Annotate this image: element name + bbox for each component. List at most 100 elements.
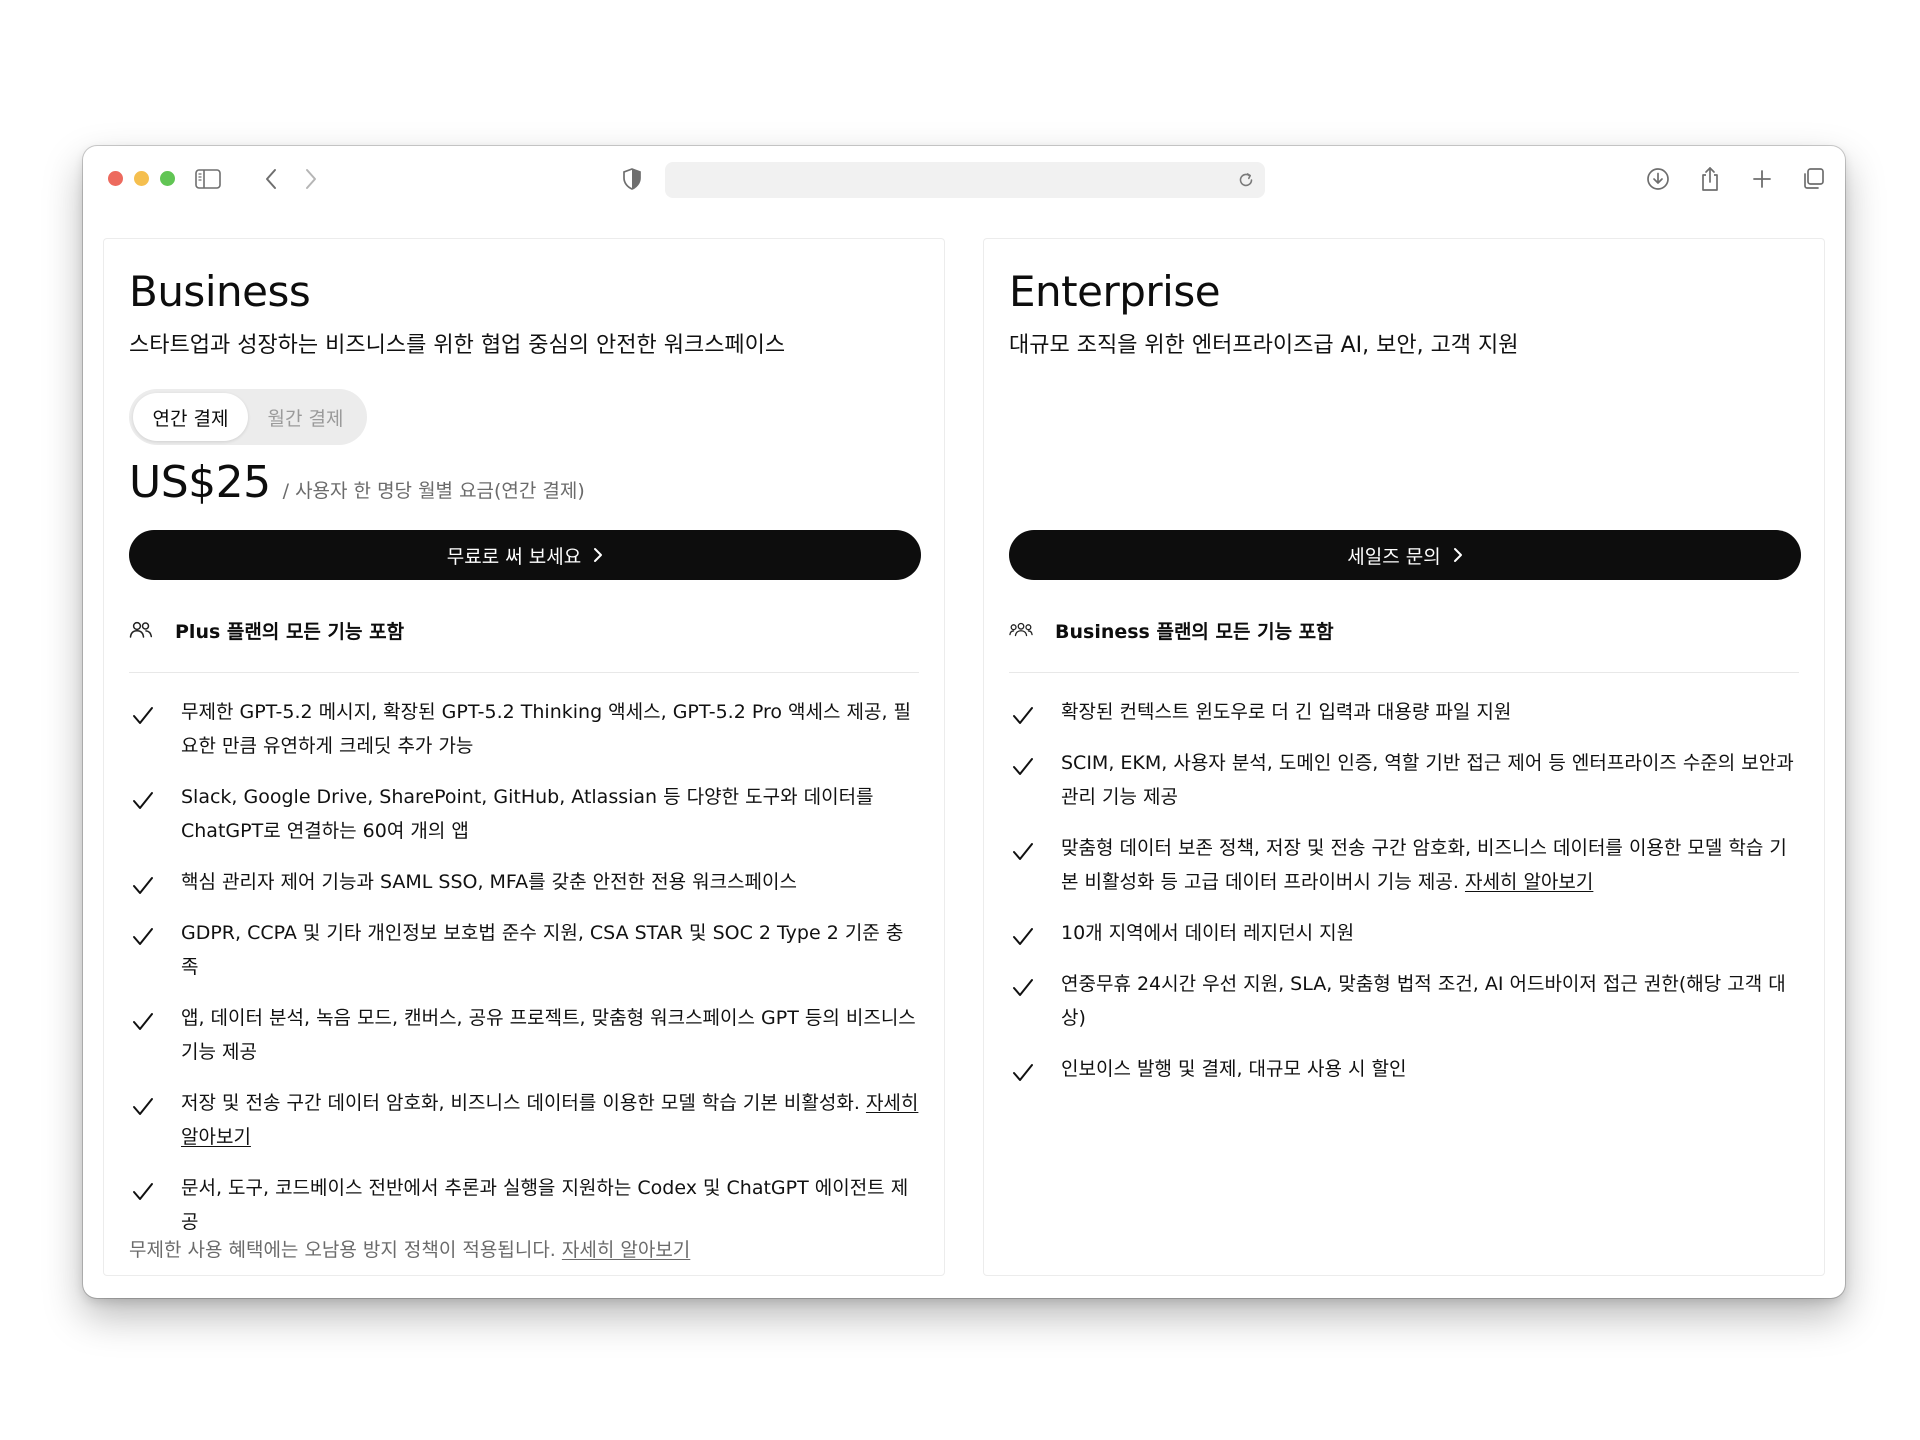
- billing-annual-option[interactable]: 연간 결제: [133, 393, 248, 441]
- feature-text-block: SCIM, EKM, 사용자 분석, 도메인 인증, 역할 기반 접근 제어 등…: [1061, 746, 1799, 814]
- divider: [1009, 672, 1799, 673]
- browser-window: Business 스타트업과 성장하는 비즈니스를 위한 협업 중심의 안전한 …: [83, 146, 1845, 1298]
- business-feature-list: 무제한 GPT-5.2 메시지, 확장된 GPT-5.2 Thinking 액세…: [129, 695, 919, 1256]
- checkmark-icon: [129, 1171, 157, 1205]
- try-free-button-label: 무료로 써 보세요: [446, 545, 582, 568]
- business-includes-label: Plus 플랜의 모든 기능 포함: [175, 620, 405, 643]
- feature-text: 무제한 GPT-5.2 메시지, 확장된 GPT-5.2 Thinking 액세…: [181, 701, 912, 757]
- footnote-text: 무제한 사용 혜택에는 오남용 방지 정책이 적용됩니다.: [129, 1239, 556, 1261]
- enterprise-includes-row: Business 플랜의 모든 기능 포함: [1009, 605, 1799, 655]
- feature-text: 연중무휴 24시간 우선 지원, SLA, 맞춤형 법적 조건, AI 어드바이…: [1061, 973, 1786, 1029]
- feature-text-block: 10개 지역에서 데이터 레지던시 지원: [1061, 916, 1799, 950]
- business-plan-card: Business 스타트업과 성장하는 비즈니스를 위한 협업 중심의 안전한 …: [103, 238, 945, 1276]
- feature-item: 인보이스 발행 및 결제, 대규모 사용 시 할인: [1009, 1052, 1799, 1086]
- enterprise-includes-label: Business 플랜의 모든 기능 포함: [1055, 620, 1334, 643]
- billing-period-toggle: 연간 결제 월간 결제: [129, 389, 367, 445]
- checkmark-icon: [1009, 746, 1037, 780]
- divider: [129, 672, 919, 673]
- feature-item: 10개 지역에서 데이터 레지던시 지원: [1009, 916, 1799, 950]
- feature-text: 맞춤형 데이터 보존 정책, 저장 및 전송 구간 암호화, 비즈니스 데이터를…: [1061, 837, 1787, 893]
- feature-text-block: GDPR, CCPA 및 기타 개인정보 보호법 준수 지원, CSA STAR…: [181, 916, 919, 984]
- business-price: US$25: [129, 457, 271, 508]
- users-icon: [129, 618, 153, 642]
- price-row: US$25 / 사용자 한 명당 월별 요금(연간 결제): [129, 457, 585, 508]
- checkmark-icon: [129, 916, 157, 950]
- address-bar[interactable]: [665, 162, 1265, 198]
- checkmark-icon: [1009, 1052, 1037, 1086]
- checkmark-icon: [129, 1001, 157, 1035]
- feature-item: Slack, Google Drive, SharePoint, GitHub,…: [129, 780, 919, 848]
- footnote-learn-more-link[interactable]: 자세히 알아보기: [562, 1239, 690, 1261]
- feature-text: 10개 지역에서 데이터 레지던시 지원: [1061, 922, 1355, 944]
- feature-text: 저장 및 전송 구간 데이터 암호화, 비즈니스 데이터를 이용한 모델 학습 …: [181, 1092, 860, 1114]
- feature-text-block: 무제한 GPT-5.2 메시지, 확장된 GPT-5.2 Thinking 액세…: [181, 695, 919, 763]
- checkmark-icon: [129, 1086, 157, 1120]
- browser-toolbar: [83, 146, 1845, 212]
- checkmark-icon: [1009, 695, 1037, 729]
- enterprise-plan-card: Enterprise 대규모 조직을 위한 엔터프라이즈급 AI, 보안, 고객…: [983, 238, 1825, 1276]
- back-icon[interactable]: [256, 164, 286, 194]
- feature-text: SCIM, EKM, 사용자 분석, 도메인 인증, 역할 기반 접근 제어 등…: [1061, 752, 1794, 808]
- feature-text-block: 확장된 컨텍스트 윈도우로 더 긴 입력과 대용량 파일 지원: [1061, 695, 1799, 729]
- feature-item: 문서, 도구, 코드베이스 전반에서 추론과 실행을 지원하는 Codex 및 …: [129, 1171, 919, 1239]
- billing-monthly-option[interactable]: 월간 결제: [248, 393, 363, 441]
- feature-text: GDPR, CCPA 및 기타 개인정보 보호법 준수 지원, CSA STAR…: [181, 922, 904, 978]
- contact-sales-button-label: 세일즈 문의: [1347, 545, 1441, 568]
- feature-text: 핵심 관리자 제어 기능과 SAML SSO, MFA를 갖춘 안전한 전용 워…: [181, 871, 797, 893]
- minimize-window-button[interactable]: [134, 171, 149, 186]
- chevron-right-icon: [1453, 548, 1462, 562]
- feature-text: 인보이스 발행 및 결제, 대규모 사용 시 할인: [1061, 1058, 1407, 1080]
- feature-item: GDPR, CCPA 및 기타 개인정보 보호법 준수 지원, CSA STAR…: [129, 916, 919, 984]
- zoom-window-button[interactable]: [160, 171, 175, 186]
- close-window-button[interactable]: [108, 171, 123, 186]
- contact-sales-button[interactable]: 세일즈 문의: [1009, 530, 1801, 580]
- forward-icon[interactable]: [296, 164, 326, 194]
- feature-item: 확장된 컨텍스트 윈도우로 더 긴 입력과 대용량 파일 지원: [1009, 695, 1799, 729]
- tab-overview-icon[interactable]: [1798, 164, 1828, 194]
- feature-text: 확장된 컨텍스트 윈도우로 더 긴 입력과 대용량 파일 지원: [1061, 701, 1512, 723]
- checkmark-icon: [129, 780, 157, 814]
- enterprise-feature-list: 확장된 컨텍스트 윈도우로 더 긴 입력과 대용량 파일 지원 SCIM, EKM…: [1009, 695, 1799, 1103]
- feature-item: SCIM, EKM, 사용자 분석, 도메인 인증, 역할 기반 접근 제어 등…: [1009, 746, 1799, 814]
- new-tab-icon[interactable]: [1747, 164, 1777, 194]
- download-icon[interactable]: [1643, 164, 1673, 194]
- feature-text-block: 앱, 데이터 분석, 녹음 모드, 캔버스, 공유 프로젝트, 맞춤형 워크스페…: [181, 1001, 919, 1069]
- feature-item: 앱, 데이터 분석, 녹음 모드, 캔버스, 공유 프로젝트, 맞춤형 워크스페…: [129, 1001, 919, 1069]
- privacy-shield-icon[interactable]: [617, 164, 647, 194]
- feature-text: 앱, 데이터 분석, 녹음 모드, 캔버스, 공유 프로젝트, 맞춤형 워크스페…: [181, 1007, 916, 1063]
- feature-text-block: Slack, Google Drive, SharePoint, GitHub,…: [181, 780, 919, 848]
- feature-text-block: 연중무휴 24시간 우선 지원, SLA, 맞춤형 법적 조건, AI 어드바이…: [1061, 967, 1799, 1035]
- feature-text-block: 맞춤형 데이터 보존 정책, 저장 및 전송 구간 암호화, 비즈니스 데이터를…: [1061, 831, 1799, 899]
- business-plan-title: Business: [129, 267, 311, 316]
- checkmark-icon: [1009, 916, 1037, 950]
- feature-text: Slack, Google Drive, SharePoint, GitHub,…: [181, 786, 874, 842]
- try-free-button[interactable]: 무료로 써 보세요: [129, 530, 921, 580]
- enterprise-plan-subtitle: 대규모 조직을 위한 엔터프라이즈급 AI, 보안, 고객 지원: [1009, 333, 1519, 358]
- feature-item: 무제한 GPT-5.2 메시지, 확장된 GPT-5.2 Thinking 액세…: [129, 695, 919, 763]
- page-content: Business 스타트업과 성장하는 비즈니스를 위한 협업 중심의 안전한 …: [83, 212, 1845, 1298]
- business-plan-subtitle: 스타트업과 성장하는 비즈니스를 위한 협업 중심의 안전한 워크스페이스: [129, 333, 786, 358]
- feature-item: 맞춤형 데이터 보존 정책, 저장 및 전송 구간 암호화, 비즈니스 데이터를…: [1009, 831, 1799, 899]
- traffic-lights: [108, 171, 175, 186]
- chevron-right-icon: [594, 548, 603, 562]
- checkmark-icon: [1009, 831, 1037, 865]
- feature-text-block: 인보이스 발행 및 결제, 대규모 사용 시 할인: [1061, 1052, 1799, 1086]
- feature-text-block: 핵심 관리자 제어 기능과 SAML SSO, MFA를 갖춘 안전한 전용 워…: [181, 865, 919, 899]
- checkmark-icon: [129, 695, 157, 729]
- group-icon: [1009, 618, 1033, 642]
- business-price-note: / 사용자 한 명당 월별 요금(연간 결제): [282, 480, 585, 502]
- share-icon[interactable]: [1695, 164, 1725, 194]
- feature-text-block: 저장 및 전송 구간 데이터 암호화, 비즈니스 데이터를 이용한 모델 학습 …: [181, 1086, 919, 1154]
- reload-icon[interactable]: [1235, 169, 1257, 191]
- business-includes-row: Plus 플랜의 모든 기능 포함: [129, 605, 919, 655]
- fair-use-footnote: 무제한 사용 혜택에는 오남용 방지 정책이 적용됩니다. 자세히 알아보기: [129, 1235, 690, 1262]
- sidebar-toggle-icon[interactable]: [193, 164, 223, 194]
- checkmark-icon: [129, 865, 157, 899]
- feature-item: 저장 및 전송 구간 데이터 암호화, 비즈니스 데이터를 이용한 모델 학습 …: [129, 1086, 919, 1154]
- feature-item: 연중무휴 24시간 우선 지원, SLA, 맞춤형 법적 조건, AI 어드바이…: [1009, 967, 1799, 1035]
- enterprise-plan-title: Enterprise: [1009, 267, 1221, 316]
- feature-item: 핵심 관리자 제어 기능과 SAML SSO, MFA를 갖춘 안전한 전용 워…: [129, 865, 919, 899]
- checkmark-icon: [1009, 967, 1037, 1001]
- feature-text: 문서, 도구, 코드베이스 전반에서 추론과 실행을 지원하는 Codex 및 …: [181, 1177, 909, 1233]
- feature-learn-more-link[interactable]: 자세히 알아보기: [1465, 871, 1593, 893]
